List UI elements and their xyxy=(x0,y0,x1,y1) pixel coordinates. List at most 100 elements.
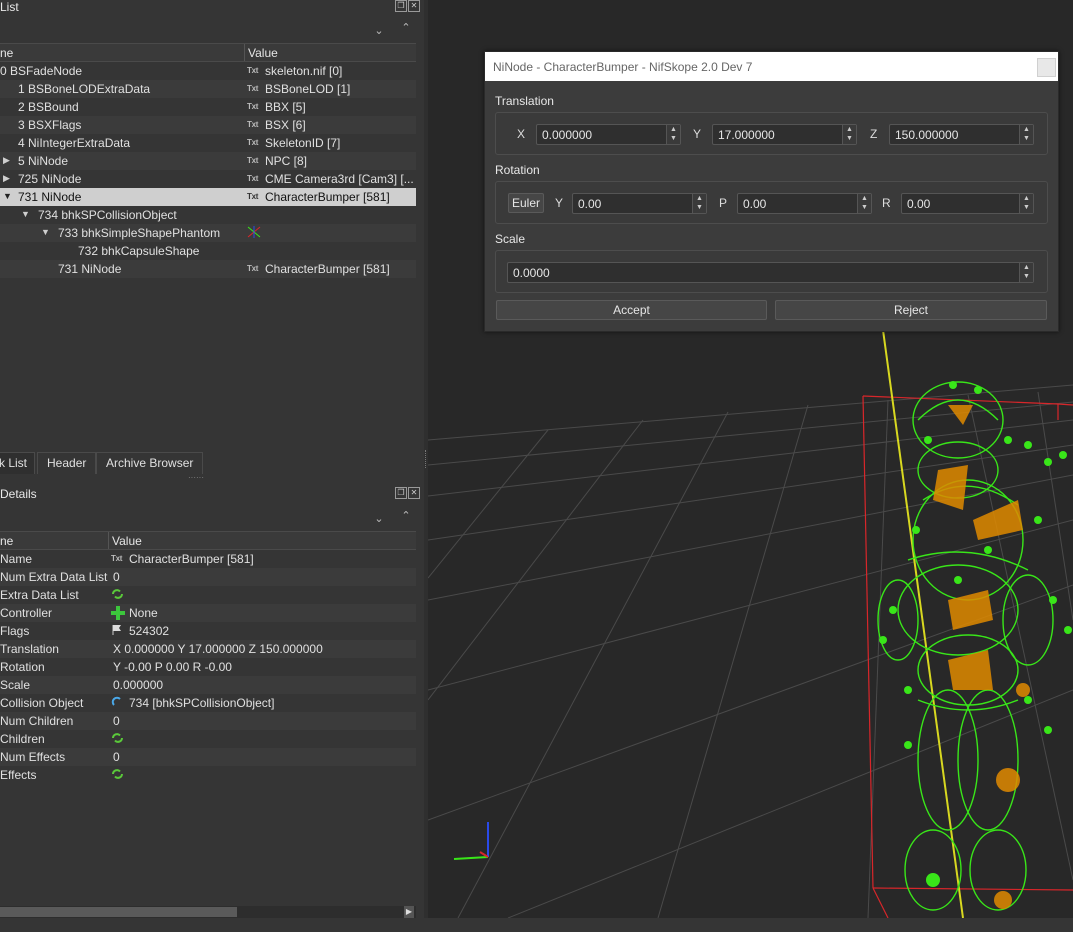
accept-button[interactable]: Accept xyxy=(496,300,767,320)
detail-field-value[interactable]: X 0.000000 Y 17.000000 Z 150.000000 xyxy=(113,642,323,656)
header-value[interactable]: Value xyxy=(112,534,142,548)
detail-row[interactable]: Num Extra Data List 0 xyxy=(0,568,416,586)
tree-row[interactable]: ▶ 5 NiNode Txt NPC [8] xyxy=(0,152,416,170)
block-list-title: List xyxy=(0,0,19,14)
tab-archive-browser[interactable]: Archive Browser xyxy=(96,452,204,474)
detail-row[interactable]: Translation X 0.000000 Y 17.000000 Z 150.… xyxy=(0,640,416,658)
detail-field-value[interactable]: CharacterBumper [581] xyxy=(129,552,254,566)
spin-down-icon[interactable]: ▼ xyxy=(693,203,706,212)
detail-row[interactable]: Num Children 0 xyxy=(0,712,416,730)
detail-row[interactable]: Collision Object 734 [bhkSPCollisionObjec… xyxy=(0,694,416,712)
detail-field-value[interactable]: None xyxy=(129,606,158,620)
scale-spinbox[interactable]: 0.0000 ▲ ▼ xyxy=(507,262,1034,283)
translation-z-spinbox[interactable]: 150.000000 ▲ ▼ xyxy=(889,124,1034,145)
tree-row-value[interactable]: CharacterBumper [581] xyxy=(265,190,390,204)
tree-row-value[interactable]: BBX [5] xyxy=(265,100,306,114)
tree-row[interactable]: 2 BSBound Txt BBX [5] xyxy=(0,98,416,116)
collapse-arrow-icon[interactable]: ▼ xyxy=(21,209,30,219)
spin-down-icon[interactable]: ▼ xyxy=(843,134,856,143)
header-name[interactable]: ne xyxy=(0,534,13,548)
horizontal-scrollbar[interactable]: ▶ xyxy=(0,906,416,918)
spin-down-icon[interactable]: ▼ xyxy=(1020,272,1033,281)
spin-down-icon[interactable]: ▼ xyxy=(667,134,680,143)
reject-button[interactable]: Reject xyxy=(775,300,1047,320)
spin-up-icon[interactable]: ▲ xyxy=(1020,194,1033,203)
spin-up-icon[interactable]: ▲ xyxy=(1020,125,1033,134)
detail-field-value[interactable]: 0.000000 xyxy=(113,678,163,692)
spin-down-icon[interactable]: ▼ xyxy=(1020,134,1033,143)
tree-row-value[interactable]: NPC [8] xyxy=(265,154,307,168)
tab-header[interactable]: Header xyxy=(37,452,97,474)
detail-row[interactable]: Effects xyxy=(0,766,416,784)
detail-field-value[interactable]: 0 xyxy=(113,750,120,764)
tree-row-value[interactable]: BSBoneLOD [1] xyxy=(265,82,350,96)
expand-arrow-icon[interactable]: ▶ xyxy=(3,173,10,184)
detail-row[interactable]: Scale 0.000000 xyxy=(0,676,416,694)
spin-down-icon[interactable]: ▼ xyxy=(1020,203,1033,212)
header-value[interactable]: Value xyxy=(248,46,278,60)
rotation-r-spinbox[interactable]: 0.00 ▲ ▼ xyxy=(901,193,1034,214)
tree-row[interactable]: 0 BSFadeNode Txt skeleton.nif [0] xyxy=(0,62,416,80)
float-panel-icon[interactable]: ❐ xyxy=(395,487,407,499)
detail-field-value[interactable]: 524302 xyxy=(129,624,169,638)
tree-row[interactable]: 4 NiIntegerExtraData Txt SkeletonID [7] xyxy=(0,134,416,152)
tab-block-list[interactable]: k List xyxy=(0,452,35,474)
tree-row-value[interactable]: CME Camera3rd [Cam3] [... xyxy=(265,172,414,186)
detail-row[interactable]: Rotation Y -0.00 P 0.00 R -0.00 xyxy=(0,658,416,676)
text-type-icon: Txt xyxy=(247,156,259,165)
expand-arrow-icon[interactable]: ▶ xyxy=(3,155,10,166)
detail-row[interactable]: Children xyxy=(0,730,416,748)
rotation-p-spinbox[interactable]: 0.00 ▲ ▼ xyxy=(737,193,872,214)
scroll-right-icon[interactable]: ▶ xyxy=(404,906,414,918)
detail-field-value[interactable]: 734 [bhkSPCollisionObject] xyxy=(129,696,274,710)
spin-up-icon[interactable]: ▲ xyxy=(858,194,871,203)
x-label: X xyxy=(517,127,526,141)
tree-row[interactable]: 1 BSBoneLODExtraData Txt BSBoneLOD [1] xyxy=(0,80,416,98)
spin-up-icon[interactable]: ▲ xyxy=(843,125,856,134)
spin-down-icon[interactable]: ▼ xyxy=(858,203,871,212)
rotation-r-value: 0.00 xyxy=(907,197,931,211)
close-panel-icon[interactable]: ✕ xyxy=(408,0,420,12)
tree-row[interactable]: 732 bhkCapsuleShape xyxy=(0,242,416,260)
float-panel-icon[interactable]: ❐ xyxy=(395,0,407,12)
tree-row[interactable]: ▶ 725 NiNode Txt CME Camera3rd [Cam3] [... xyxy=(0,170,416,188)
collapse-arrow-icon[interactable]: ▼ xyxy=(3,191,12,201)
tree-row-value[interactable]: BSX [6] xyxy=(265,118,306,132)
rotation-y-spinbox[interactable]: 0.00 ▲ ▼ xyxy=(572,193,707,214)
detail-field-value[interactable]: 0 xyxy=(113,714,120,728)
tree-row-value[interactable]: CharacterBumper [581] xyxy=(265,262,390,276)
splitter-handle[interactable]: ······ xyxy=(188,474,206,482)
expand-all-icon[interactable]: ⌃ xyxy=(399,509,413,523)
tree-row[interactable]: ▼ 731 NiNode Txt CharacterBumper [581] xyxy=(0,188,416,206)
detail-field-value[interactable]: Y -0.00 P 0.00 R -0.00 xyxy=(113,660,232,674)
detail-field-value[interactable]: 0 xyxy=(113,570,120,584)
dialog-titlebar[interactable]: NiNode - CharacterBumper - NifSkope 2.0 … xyxy=(485,52,1058,81)
tree-row[interactable]: 731 NiNode Txt CharacterBumper [581] xyxy=(0,260,416,278)
detail-row[interactable]: Flags 524302 xyxy=(0,622,416,640)
close-panel-icon[interactable]: ✕ xyxy=(408,487,420,499)
collapse-arrow-icon[interactable]: ▼ xyxy=(41,227,50,237)
spin-up-icon[interactable]: ▲ xyxy=(693,194,706,203)
spin-up-icon[interactable]: ▲ xyxy=(667,125,680,134)
tree-row-value[interactable]: SkeletonID [7] xyxy=(265,136,340,150)
collapse-all-icon[interactable]: ⌄ xyxy=(372,24,386,38)
bone-shapes xyxy=(933,405,1030,909)
rotation-p-value: 0.00 xyxy=(743,197,767,211)
euler-button[interactable]: Euler xyxy=(508,193,544,213)
translation-y-spinbox[interactable]: 17.000000 ▲ ▼ xyxy=(712,124,857,145)
translation-x-spinbox[interactable]: 0.000000 ▲ ▼ xyxy=(536,124,681,145)
detail-row[interactable]: Name Txt CharacterBumper [581] xyxy=(0,550,416,568)
collapse-all-icon[interactable]: ⌄ xyxy=(372,512,386,526)
expand-all-icon[interactable]: ⌃ xyxy=(399,21,413,35)
spin-up-icon[interactable]: ▲ xyxy=(1020,263,1033,272)
detail-row[interactable]: Controller None xyxy=(0,604,416,622)
tree-row[interactable]: ▼ 734 bhkSPCollisionObject xyxy=(0,206,416,224)
tree-row[interactable]: ▼ 733 bhkSimpleShapePhantom xyxy=(0,224,416,242)
tree-row-value[interactable]: skeleton.nif [0] xyxy=(265,64,342,78)
dialog-close-button[interactable] xyxy=(1037,58,1056,77)
detail-row[interactable]: Extra Data List xyxy=(0,586,416,604)
tree-row[interactable]: 3 BSXFlags Txt BSX [6] xyxy=(0,116,416,134)
header-name[interactable]: ne xyxy=(0,46,13,60)
scrollbar-thumb[interactable] xyxy=(0,907,237,917)
detail-row[interactable]: Num Effects 0 xyxy=(0,748,416,766)
